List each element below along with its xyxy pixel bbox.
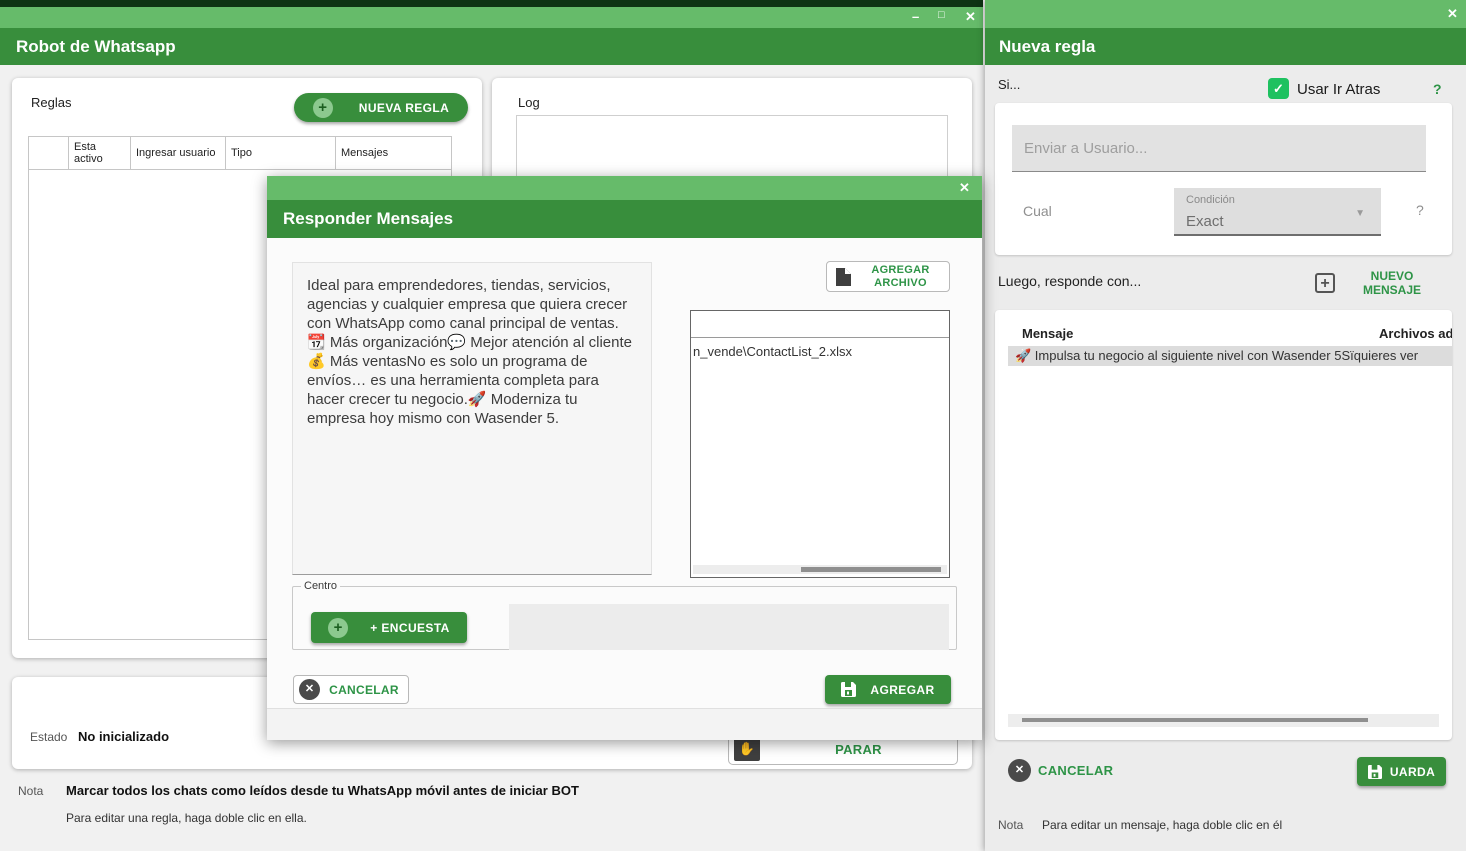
dialog-title: Responder Mensajes <box>267 200 982 238</box>
file-list-hscroll-thumb[interactable] <box>801 567 941 572</box>
check-icon: ✓ <box>1273 81 1284 96</box>
nota-bold-text: Marcar todos los chats como leídos desde… <box>66 783 579 798</box>
message-row[interactable]: 🚀 Impulsa tu negocio al siguiente nivel … <box>1008 346 1452 366</box>
panel-nota-text: Para editar un mensaje, haga doble clic … <box>1042 818 1282 832</box>
parar-label: PARAR <box>760 742 957 757</box>
usar-ir-atras-checkbox[interactable]: ✓ <box>1268 78 1289 99</box>
nueva-regla-button[interactable]: + NUEVA REGLA <box>294 93 468 122</box>
responder-mensajes-dialog: ✕ Responder Mensajes Ideal para emprende… <box>267 176 982 740</box>
panel-header: Nueva regla <box>985 28 1466 65</box>
rules-table-header: Esta activo Ingresar usuario Tipo Mensaj… <box>29 137 451 170</box>
nota-label: Nota <box>18 784 43 798</box>
window-top-strip <box>0 0 983 7</box>
help-icon-1[interactable]: ? <box>1433 81 1442 97</box>
panel-title: Nueva regla <box>985 28 1466 65</box>
main-titlebar: – □ ✕ <box>0 7 983 28</box>
dialog-close-icon[interactable]: ✕ <box>959 180 970 196</box>
panel-nota-label: Nota <box>998 818 1023 832</box>
minimize-icon[interactable]: – <box>912 9 919 24</box>
hand-icon: ✋ <box>734 737 760 761</box>
usar-ir-atras-label: Usar Ir Atras <box>1297 81 1380 98</box>
col-esta-activo: Esta activo <box>69 137 131 169</box>
guardar-label: UARDA <box>1390 765 1435 779</box>
nuevo-mensaje-label: NUEVO MENSAJE <box>1347 269 1437 297</box>
panel-close-icon[interactable]: ✕ <box>1447 6 1458 22</box>
message-textarea[interactable]: Ideal para emprendedores, tiendas, servi… <box>292 262 652 575</box>
panel-cancelar-button[interactable]: ✕ CANCELAR <box>1008 759 1113 782</box>
messages-hscrollbar[interactable] <box>1008 714 1439 727</box>
condition-card: Cual Condición Exact ▼ ? <box>995 103 1452 255</box>
main-window-title: Robot de Whatsapp <box>0 28 983 65</box>
agregar-archivo-button[interactable]: AGREGAR ARCHIVO <box>826 261 950 292</box>
nota-normal-text: Para editar una regla, haga doble clic e… <box>66 811 307 825</box>
dialog-agregar-button[interactable]: AGREGAR <box>825 675 951 704</box>
file-list[interactable]: n_vende\ContactList_2.xlsx <box>690 310 950 578</box>
guardar-button[interactable]: UARDA <box>1357 757 1446 786</box>
nueva-regla-panel: ✕ Nueva regla Si... ✓ Usar Ir Atras ? Cu… <box>985 0 1466 851</box>
dialog-titlebar: ✕ <box>267 176 982 200</box>
col-empty <box>29 137 69 169</box>
estado-value: No inicializado <box>78 729 169 744</box>
help-icon-2[interactable]: ? <box>1416 202 1424 218</box>
enviar-usuario-input[interactable] <box>1012 125 1426 172</box>
messages-card: Mensaje Archivos ad 🚀 Impulsa tu negocio… <box>995 310 1452 740</box>
save-icon <box>1368 765 1382 779</box>
luego-label: Luego, responde con... <box>998 273 1141 289</box>
cancel-x-icon: ✕ <box>1008 759 1031 782</box>
plus-icon: + <box>328 618 348 638</box>
save-icon <box>841 682 856 697</box>
plus-icon: + <box>313 98 333 118</box>
condicion-value: Exact <box>1186 213 1224 230</box>
dialog-cancelar-button[interactable]: ✕ CANCELAR <box>293 675 409 704</box>
cancel-x-icon: ✕ <box>299 679 320 700</box>
col-ingresar-usuario: Ingresar usuario <box>131 137 226 169</box>
desktop: – □ ✕ Robot de Whatsapp Reglas + NUEVA R… <box>0 0 1466 851</box>
reglas-label: Reglas <box>31 95 71 110</box>
maximize-icon[interactable]: □ <box>938 9 945 21</box>
log-label: Log <box>518 95 540 110</box>
nueva-regla-label: NUEVA REGLA <box>359 101 449 115</box>
nuevo-mensaje-button[interactable]: + NUEVO MENSAJE <box>1315 269 1437 297</box>
main-header: Robot de Whatsapp <box>0 28 983 65</box>
encuesta-label: + ENCUESTA <box>370 621 449 635</box>
panel-titlebar: ✕ <box>985 0 1466 28</box>
archivos-column-header: Archivos ad <box>1379 326 1452 341</box>
agregar-archivo-label: AGREGAR ARCHIVO <box>852 264 949 290</box>
close-icon[interactable]: ✕ <box>965 9 976 25</box>
messages-hscroll-thumb[interactable] <box>1022 718 1368 722</box>
file-list-hscrollbar[interactable] <box>693 565 947 574</box>
condicion-label: Condición <box>1186 194 1235 206</box>
encuesta-input-area[interactable] <box>509 604 949 650</box>
encuesta-button[interactable]: + + ENCUESTA <box>311 612 467 643</box>
col-tipo: Tipo <box>226 137 336 169</box>
centro-group: Centro + + ENCUESTA <box>292 580 957 650</box>
dialog-cancelar-label: CANCELAR <box>320 683 408 697</box>
si-label: Si... <box>998 77 1020 92</box>
file-row[interactable]: n_vende\ContactList_2.xlsx <box>691 338 949 361</box>
dialog-agregar-label: AGREGAR <box>870 683 934 697</box>
dialog-header: Responder Mensajes <box>267 200 982 238</box>
boxed-plus-icon: + <box>1315 273 1335 293</box>
estado-label: Estado <box>30 730 67 744</box>
condicion-dropdown[interactable]: Condición Exact ▼ <box>1174 188 1381 236</box>
mensaje-column-header: Mensaje <box>1022 326 1073 341</box>
centro-legend: Centro <box>301 580 340 592</box>
chevron-down-icon: ▼ <box>1355 208 1365 219</box>
col-mensajes: Mensajes <box>336 137 431 169</box>
panel-cancelar-label: CANCELAR <box>1038 763 1113 778</box>
file-icon <box>835 267 852 287</box>
dialog-footer-strip <box>267 708 982 740</box>
cual-label: Cual <box>1023 203 1052 219</box>
file-list-header <box>691 311 949 338</box>
